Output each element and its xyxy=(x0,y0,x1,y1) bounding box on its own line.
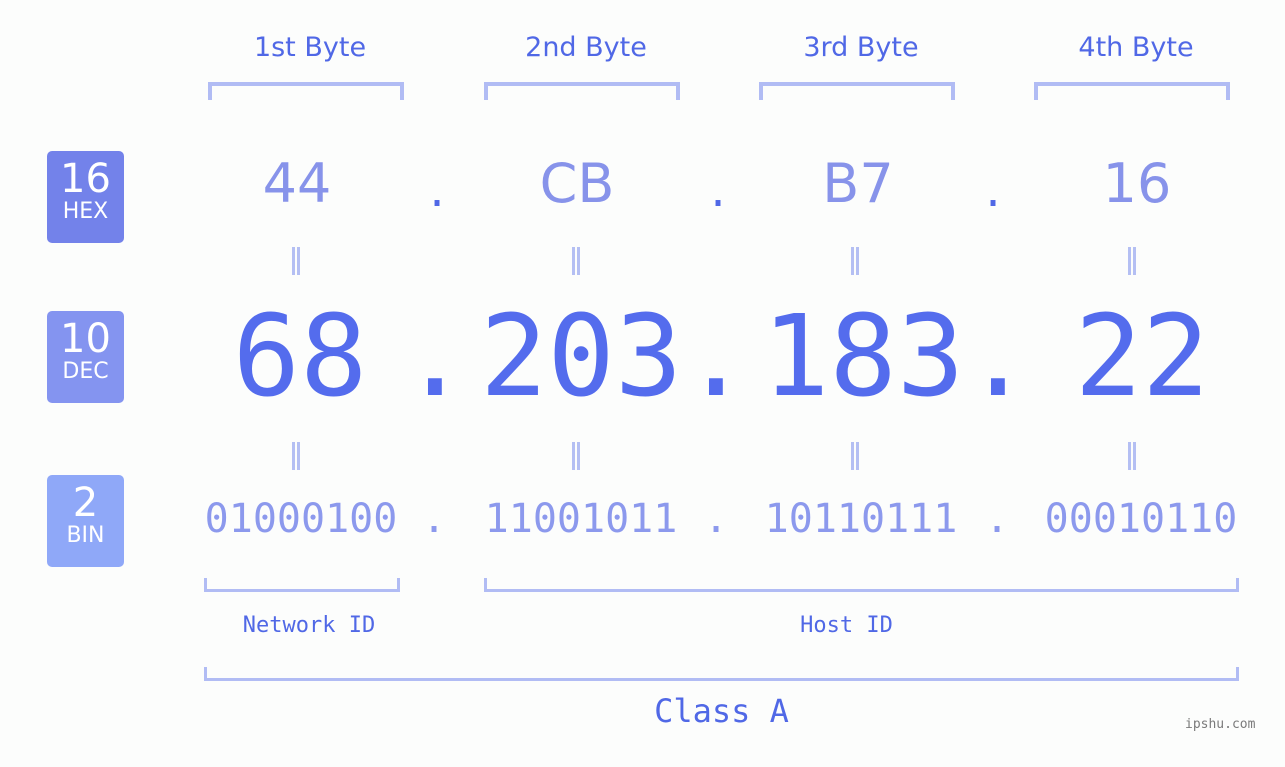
equals-icon xyxy=(1128,247,1136,275)
bin-base-badge: 2 BIN xyxy=(47,475,124,567)
equals-icon xyxy=(292,247,300,275)
equals-icon xyxy=(1128,442,1136,470)
equals-icon xyxy=(572,442,580,470)
hex-separator-3: . xyxy=(981,170,1006,216)
class-bracket xyxy=(204,667,1239,681)
dec-separator-2: . xyxy=(682,292,750,422)
dec-base-badge: 10 DEC xyxy=(47,311,124,403)
hex-byte-4: 16 xyxy=(1102,152,1172,215)
host-id-label: Host ID xyxy=(800,613,893,638)
host-id-bracket xyxy=(484,578,1239,592)
byte-bracket-1 xyxy=(208,82,404,100)
byte-header-3: 3rd Byte xyxy=(803,32,919,63)
byte-header-4: 4th Byte xyxy=(1078,32,1194,63)
network-id-label: Network ID xyxy=(242,613,376,638)
hex-base-badge: 16 HEX xyxy=(47,151,124,243)
dec-byte-3: 183 xyxy=(762,292,965,422)
dec-separator-1: . xyxy=(401,292,469,422)
dec-byte-2: 203 xyxy=(480,292,683,422)
watermark: ipshu.com xyxy=(1185,717,1256,732)
hex-byte-1: 44 xyxy=(262,152,332,215)
equals-icon xyxy=(572,247,580,275)
byte-header-2: 2nd Byte xyxy=(525,32,647,63)
dec-separator-3: . xyxy=(964,292,1032,422)
hex-separator-1: . xyxy=(425,170,450,216)
hex-byte-2: CB xyxy=(539,152,615,215)
dec-byte-1: 68 xyxy=(232,292,368,422)
byte-header-1: 1st Byte xyxy=(253,32,367,63)
equals-icon xyxy=(851,442,859,470)
equals-icon xyxy=(292,442,300,470)
bin-separator-1: . xyxy=(421,496,447,542)
dec-byte-4: 22 xyxy=(1074,292,1210,422)
bin-separator-2: . xyxy=(703,496,729,542)
dec-base-number: 10 xyxy=(60,316,111,362)
hex-base-label: HEX xyxy=(62,199,109,224)
bin-base-number: 2 xyxy=(72,480,99,526)
network-id-bracket xyxy=(204,578,400,592)
hex-separator-2: . xyxy=(706,170,731,216)
class-label: Class A xyxy=(654,692,789,730)
bin-separator-3: . xyxy=(984,496,1010,542)
equals-icon xyxy=(851,247,859,275)
bin-base-label: BIN xyxy=(66,523,105,548)
byte-bracket-2 xyxy=(484,82,680,100)
byte-bracket-3 xyxy=(759,82,955,100)
dec-base-label: DEC xyxy=(62,359,109,384)
hex-base-number: 16 xyxy=(60,156,111,202)
byte-bracket-4 xyxy=(1034,82,1230,100)
hex-byte-3: B7 xyxy=(822,152,894,215)
